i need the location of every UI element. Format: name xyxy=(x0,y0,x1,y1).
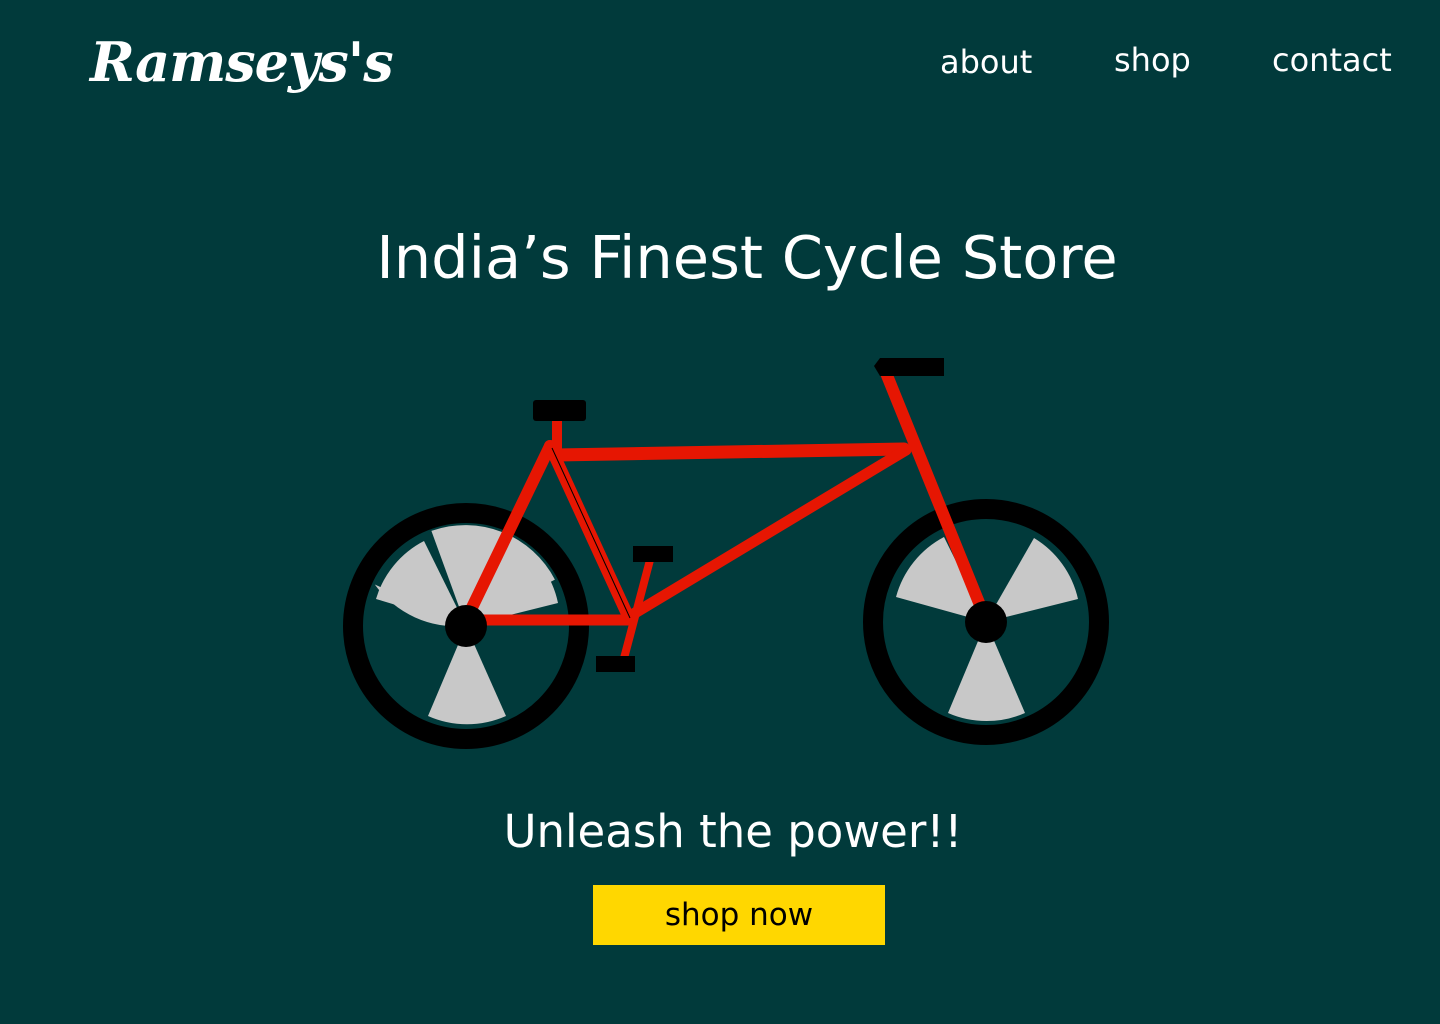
nav-link-shop[interactable]: shop xyxy=(1114,38,1191,82)
shop-now-button[interactable]: shop now xyxy=(593,885,885,945)
bicycle-illustration xyxy=(343,358,1109,749)
hero-tagline: Unleash the power!! xyxy=(503,805,963,858)
nav-link-about[interactable]: about xyxy=(940,40,1032,84)
brand-logo[interactable]: Ramseys's xyxy=(90,22,394,102)
hero-title: India’s Finest Cycle Store xyxy=(376,223,1118,292)
nav-link-contact[interactable]: contact xyxy=(1272,38,1392,82)
